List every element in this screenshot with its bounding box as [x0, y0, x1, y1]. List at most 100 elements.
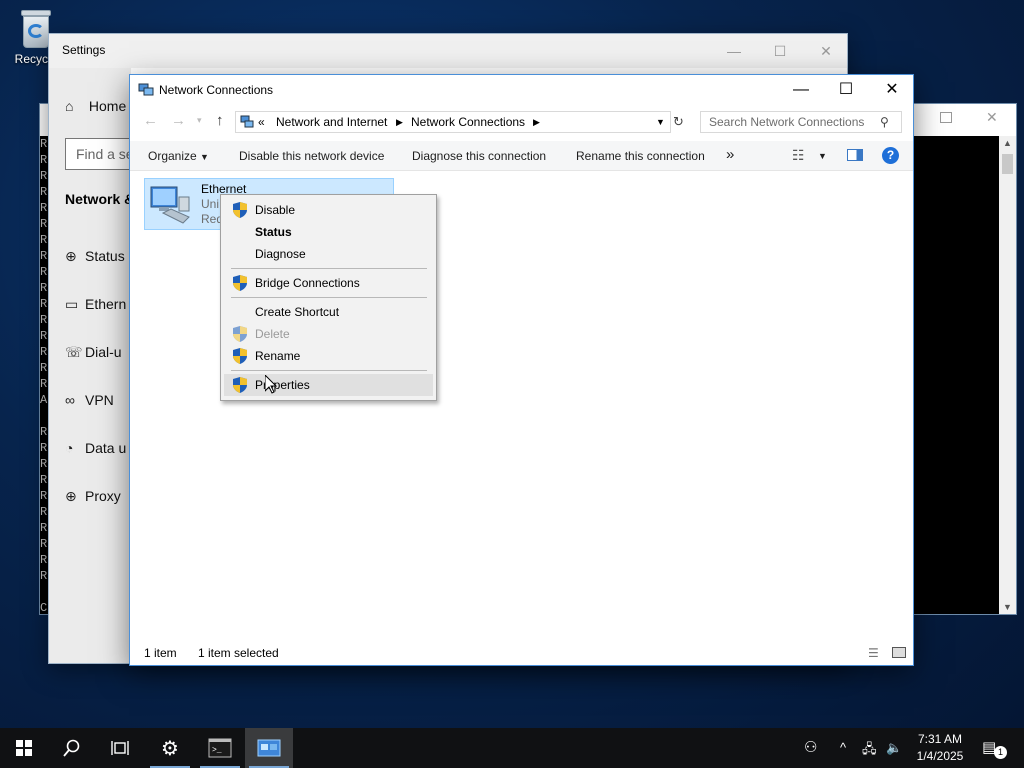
back-arrow-icon[interactable]: ←	[143, 112, 158, 129]
terminal-line: R	[40, 169, 48, 183]
settings-taskbar-button[interactable]: ⚙	[146, 728, 194, 768]
people-icon[interactable]: ⚇	[804, 738, 817, 756]
network-tray-icon[interactable]: 🖧	[862, 740, 877, 762]
rename-connection-button[interactable]: Rename this connection	[576, 149, 705, 163]
taskbar: ⚙ >_ ⚇ ^ 🖧 🔈 7:31 AM 1/4/2025 ▤ 1	[0, 728, 1024, 768]
maximize-icon[interactable]: ☐	[767, 40, 793, 62]
terminal-line: R	[40, 489, 48, 503]
menu-item-create-shortcut[interactable]: Create Shortcut	[224, 301, 433, 323]
menu-item-label: Bridge Connections	[255, 276, 360, 290]
terminal-output: RRRRRRRRRRRRRRRRARRRRRRRRRRC	[40, 136, 48, 614]
settings-home[interactable]: ⌂ Home	[65, 98, 126, 114]
terminal-line: R	[40, 537, 48, 551]
clock[interactable]: 7:31 AM 1/4/2025	[906, 731, 974, 765]
search-icon[interactable]: ⚲	[880, 115, 889, 129]
recent-chevron-icon[interactable]: ▾	[197, 115, 202, 126]
address-bar[interactable]: « Network and Internet ▶ Network Connect…	[235, 111, 671, 133]
menu-item-properties[interactable]: Properties	[224, 374, 433, 396]
uac-shield-icon	[233, 377, 247, 393]
terminal-line: R	[40, 297, 48, 311]
settings-nav-item[interactable]: ⊕ Proxy	[65, 488, 121, 505]
menu-separator	[231, 268, 427, 269]
more-commands-button[interactable]: »	[726, 146, 734, 163]
uac-shield-icon	[233, 348, 247, 364]
notification-count-badge: 1	[994, 746, 1007, 759]
maximize-icon[interactable]: ☐	[823, 75, 869, 105]
show-hidden-icons-icon[interactable]: ^	[840, 740, 846, 755]
breadcrumb-network-connections[interactable]: Network Connections	[411, 115, 525, 129]
view-dropdown-icon[interactable]: ▼	[818, 151, 827, 161]
change-view-icon[interactable]: ☷	[792, 147, 805, 164]
preview-pane-icon[interactable]	[847, 149, 863, 161]
terminal-scrollbar[interactable]: ▲ ▼	[999, 136, 1016, 614]
network-connections-taskbar-button[interactable]	[245, 728, 293, 768]
dropdown-arrow-icon: ▼	[200, 152, 209, 162]
close-icon[interactable]: ✕	[813, 40, 839, 62]
settings-nav-item[interactable]: ◔ Data u	[65, 440, 126, 456]
menu-item-rename[interactable]: Rename	[224, 345, 433, 367]
netwin-titlebar[interactable]: Network Connections — ☐ ✕	[130, 75, 913, 105]
settings-section-title: Network &	[65, 191, 135, 207]
large-icons-view-icon[interactable]	[892, 647, 906, 658]
up-arrow-icon[interactable]: ↑	[216, 112, 224, 129]
close-icon[interactable]: ✕	[869, 75, 915, 105]
minimize-icon[interactable]: —	[778, 75, 824, 105]
breadcrumb-separator-icon[interactable]: ▶	[533, 117, 540, 128]
forward-arrow-icon[interactable]: →	[171, 112, 186, 129]
address-row: ← → ▾ ↑ « Network and Internet ▶ Network…	[130, 107, 913, 137]
task-view-icon	[111, 741, 129, 755]
search-input[interactable]: Search Network Connections	[700, 111, 902, 133]
disable-device-button[interactable]: Disable this network device	[239, 149, 384, 163]
terminal-line: R	[40, 505, 48, 519]
details-view-icon[interactable]: ☰	[868, 646, 879, 660]
address-dropdown-icon[interactable]: ▼	[656, 117, 665, 127]
terminal-line: R	[40, 217, 48, 231]
ethernet-icon: ▭	[65, 296, 79, 312]
gear-icon: ⚙	[161, 738, 179, 760]
terminal-line: R	[40, 265, 48, 279]
terminal-taskbar-button[interactable]: >_	[196, 728, 244, 768]
settings-nav-label: Proxy	[85, 488, 121, 504]
terminal-line: R	[40, 281, 48, 295]
terminal-line: R	[40, 553, 48, 567]
minimize-icon[interactable]: —	[721, 40, 747, 62]
menu-item-status[interactable]: Status	[224, 221, 433, 243]
maximize-icon[interactable]	[940, 112, 952, 123]
terminal-line: R	[40, 473, 48, 487]
terminal-line: R	[40, 377, 48, 391]
svg-text:>_: >_	[212, 746, 222, 755]
settings-nav-item[interactable]: ▭ Ethern	[65, 296, 126, 313]
scroll-up-icon[interactable]: ▲	[1003, 138, 1012, 148]
menu-item-disable[interactable]: Disable	[224, 199, 433, 221]
breadcrumb-separator-icon[interactable]: ▶	[396, 117, 403, 128]
scroll-thumb[interactable]	[1002, 154, 1013, 174]
refresh-icon[interactable]: ↻	[673, 114, 684, 130]
network-location-icon	[240, 115, 254, 128]
start-button[interactable]	[0, 728, 48, 768]
task-view-button[interactable]	[96, 728, 144, 768]
volume-muted-icon[interactable]: 🔈	[886, 740, 902, 756]
scroll-down-icon[interactable]: ▼	[1003, 602, 1012, 612]
action-center-button[interactable]: ▤ 1	[982, 738, 1007, 759]
diagnose-connection-button[interactable]: Diagnose this connection	[412, 149, 546, 163]
dialup-icon: ☏	[65, 344, 83, 360]
mouse-cursor-icon	[265, 375, 277, 394]
uac-shield-icon	[233, 275, 247, 291]
menu-item-diagnose[interactable]: Diagnose	[224, 243, 433, 265]
settings-nav-item[interactable]: ⊕ Status	[65, 248, 125, 265]
settings-nav-item[interactable]: ∞ VPN	[65, 392, 114, 408]
help-icon[interactable]: ?	[882, 147, 899, 164]
clock-time: 7:31 AM	[917, 732, 963, 746]
menu-item-label: Status	[255, 225, 292, 239]
search-button[interactable]	[48, 728, 96, 768]
terminal-line: R	[40, 457, 48, 471]
network-connections-icon	[138, 83, 154, 96]
settings-titlebar[interactable]: Settings — ☐ ✕	[49, 34, 847, 68]
menu-item-bridge-connections[interactable]: Bridge Connections	[224, 272, 433, 294]
organize-button[interactable]: Organize ▼	[148, 149, 209, 163]
settings-nav-item[interactable]: ☏ Dial-u	[65, 344, 122, 361]
context-menu[interactable]: Disable Status Diagnose Bridge Connections C…	[220, 194, 437, 401]
breadcrumb-network-and-internet[interactable]: Network and Internet	[276, 115, 387, 129]
close-icon[interactable]: ✕	[986, 109, 998, 126]
